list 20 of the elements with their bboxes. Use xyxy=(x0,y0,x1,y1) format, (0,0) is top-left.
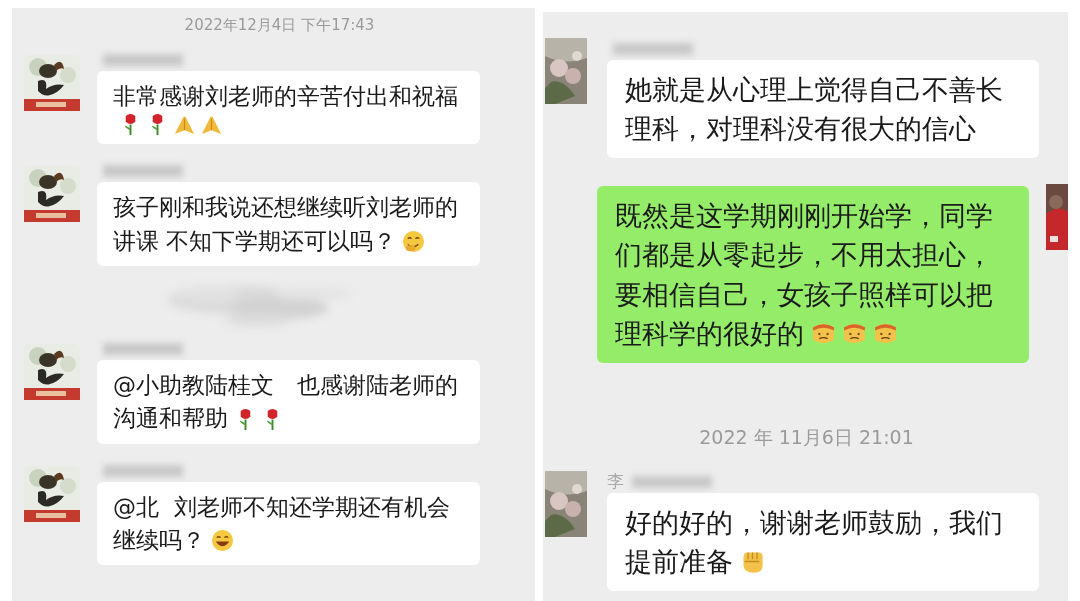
message-text: 非常感谢刘老师的辛苦付出和祝福 xyxy=(113,82,458,111)
message-text: 好的好的，谢谢老师鼓励，我们 xyxy=(625,505,1003,540)
message-text: 们都是从零起步，不用太担心， xyxy=(615,238,993,273)
timestamp: 2022年12月4日 下午17:43 xyxy=(184,15,375,36)
message-text: @北 刘老师不知还学期还有机会 xyxy=(113,492,450,522)
message-text: 提前准备 xyxy=(625,545,733,579)
grinning-face-icon xyxy=(211,529,234,553)
message-text: @小助教陆桂文 也感谢陆老师的 xyxy=(113,371,458,401)
message-text: 理科学的很好的 xyxy=(615,316,804,351)
message-text: 要相信自己，女孩子照样可以把 xyxy=(615,277,993,312)
message-text: 既然是这学期刚刚开始学，同学 xyxy=(615,199,993,234)
message-text: 继续吗？ xyxy=(113,526,205,556)
message-text: 孩子刚和我说还想继续听刘老师的 xyxy=(113,193,458,223)
message-text: 理科，对理科没有很大的信心 xyxy=(625,112,976,147)
message-text: 讲课 不知下学期还可以吗？ xyxy=(113,226,397,256)
timestamp: 2022 年 11月6日 21:01 xyxy=(699,424,914,450)
smiling-face-icon xyxy=(402,229,426,253)
message-text: 她就是从心理上觉得自己不善长 xyxy=(625,73,1003,107)
sender-name: 李 xyxy=(607,470,624,494)
message-text: 沟通和帮助 xyxy=(113,404,228,434)
